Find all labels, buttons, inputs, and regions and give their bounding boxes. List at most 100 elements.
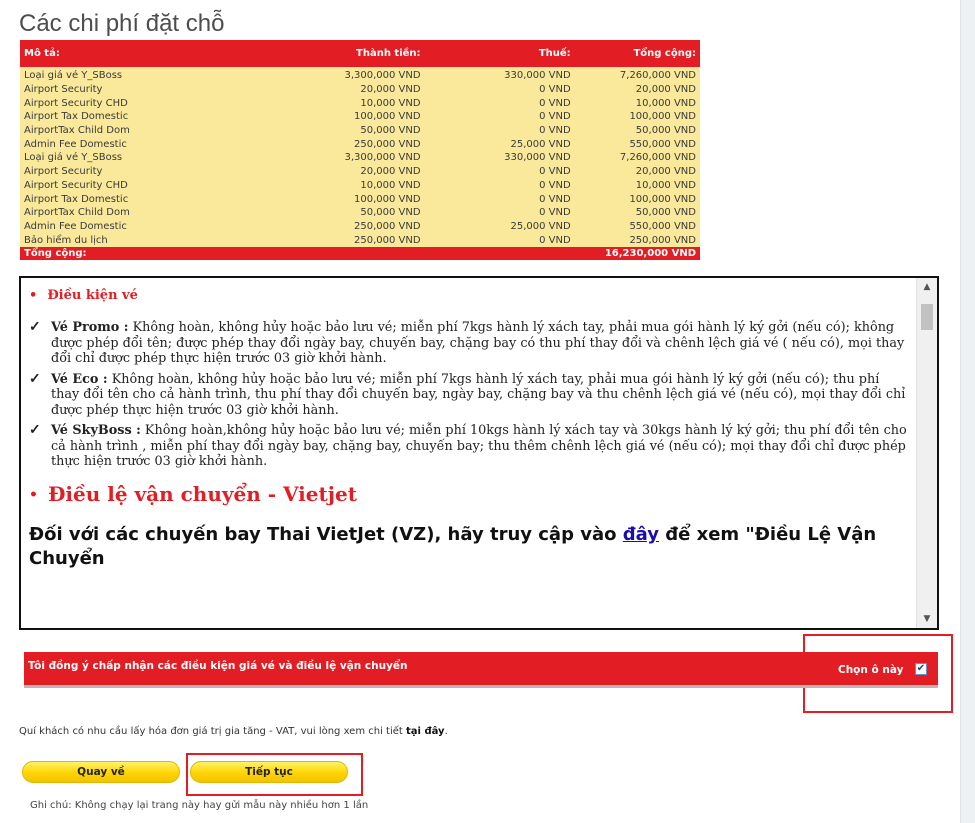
condition-desc: Không hoàn, không hủy hoặc bảo lưu vé; m… [51,320,905,366]
cost-desc: Loại giá vé Y_SBoss [20,67,247,83]
bullet-icon: • [29,288,38,303]
cost-total: 550,000 VND [574,137,700,152]
condition-desc: Không hoàn, không hủy hoặc bảo lưu vé; m… [51,371,906,418]
condition-text: Vé SkyBoss : Không hoàn,không hủy hoặc b… [51,423,907,470]
cost-total: 100,000 VND [574,110,700,124]
condition-desc: Không hoàn,không hủy hoặc bảo lưu vé; mi… [51,423,907,469]
agree-checkbox[interactable]: ✔ [915,663,927,675]
total-spacer [424,246,575,260]
cost-tax: 0 VND [424,96,575,111]
total-label: Tổng cộng: [20,246,247,260]
cost-row: Airport Security CHD 10,000 VND 0 VND 10,00… [20,178,700,193]
agreement-text: Tôi đồng ý chấp nhận các điều kiện giá v… [28,660,408,672]
checkmark-icon: ✓ [29,422,41,438]
cost-row: Bảo hiểm du lịch 250,000 VND 0 VND 250,000 … [20,233,700,247]
cost-total: 100,000 VND [574,192,700,206]
cost-amount: 100,000 VND [246,110,425,124]
cost-desc: AirportTax Child Dom [20,123,247,138]
window-edge [960,0,975,823]
cost-tax: 25,000 VND [424,137,575,152]
cost-table: Mô tả: Thành tiền: Thuế: Tổng cộng: Loại… [20,40,700,260]
cost-desc: Loại giá vé Y_SBoss [20,151,247,165]
conditions-scrollbar[interactable]: ▲ ▼ [916,278,937,628]
vat-note: Quí khách có nhu cầu lấy hóa đơn giá trị… [19,726,448,737]
conditions-panel[interactable]: • Điều kiện vé ✓ Vé Promo : Không hoàn, kh… [19,276,939,630]
cost-tax: 0 VND [424,164,575,179]
cost-row: Airport Security 20,000 VND 0 VND 20,000 VN… [20,82,700,97]
checkmark-icon: ✓ [29,319,41,335]
cost-desc: Admin Fee Domestic [20,219,247,234]
cost-total: 10,000 VND [574,96,700,111]
cost-amount: 250,000 VND [246,219,425,234]
vz-carriage-note: Đối với các chuyến bay Thai VietJet (VZ)… [29,524,877,569]
cost-total: 550,000 VND [574,219,700,234]
cost-total: 20,000 VND [574,82,700,97]
cost-table-header: Mô tả: Thành tiền: Thuế: Tổng cộng: [20,40,700,67]
cost-desc: Airport Security [20,82,247,97]
cost-row: AirportTax Child Dom 50,000 VND 0 VND 50,00… [20,123,700,138]
cost-amount: 250,000 VND [246,233,425,247]
cost-tax: 0 VND [424,82,575,97]
agreement-bar: Tôi đồng ý chấp nhận các điều kiện giá v… [24,652,938,688]
col-desc: Mô tả: [20,40,247,67]
cost-desc: Airport Security CHD [20,96,247,111]
cost-tax: 330,000 VND [424,67,575,83]
total-spacer [246,246,425,260]
checkmark-icon: ✓ [29,370,41,387]
cost-total: 50,000 VND [574,123,700,138]
cost-row: Airport Tax Domestic 100,000 VND 0 VND 100,… [20,192,700,206]
cost-amount: 50,000 VND [246,205,425,220]
conditions-list: ✓ Vé Promo : Không hoàn, không hủy hoặc b… [29,319,907,470]
cost-amount: 3,300,000 VND [246,67,425,83]
condition-item: ✓ Vé Promo : Không hoàn, không hủy hoặc b… [29,319,907,367]
condition-item: ✓ Vé Eco : Không hoàn, không hủy hoặc bảo… [29,370,907,419]
cost-row: Loại giá vé Y_SBoss 3,300,000 VND 330,000 … [20,67,700,83]
cost-amount: 100,000 VND [246,192,425,206]
cost-total: 250,000 VND [574,233,700,247]
col-amount: Thành tiền: [246,40,425,67]
cost-total: 7,260,000 VND [574,151,700,165]
cost-amount: 10,000 VND [246,96,425,111]
cost-desc: Airport Security CHD [20,178,247,193]
cost-desc: Bảo hiểm du lịch [20,233,247,247]
condition-text: Vé Eco : Không hoàn, không hủy hoặc bảo … [51,372,907,419]
vz-carriage-link[interactable]: đây [623,524,659,545]
cost-tax: 0 VND [424,205,575,220]
carriage-heading: • Điều lệ vận chuyển - Vietjet [29,481,357,506]
scroll-down-arrow-icon[interactable]: ▼ [917,610,937,628]
cost-desc: Airport Tax Domestic [20,110,247,124]
cost-row: Admin Fee Domestic 250,000 VND 25,000 VND 5… [20,219,700,234]
page-title: Các chi phí đặt chỗ [19,10,225,37]
cost-row: Airport Security CHD 10,000 VND 0 VND 10,00… [20,96,700,111]
condition-name: Vé SkyBoss : [51,423,141,438]
col-total: Tổng cộng: [574,40,700,67]
cost-desc: AirportTax Child Dom [20,205,247,220]
cost-row: Airport Security 20,000 VND 0 VND 20,000 VN… [20,164,700,179]
bullet-icon: • [29,487,38,503]
cost-amount: 50,000 VND [246,123,425,138]
continue-button[interactable]: Tiếp tục [190,761,348,783]
cost-desc: Airport Tax Domestic [20,192,247,206]
cost-total-row: Tổng cộng: 16,230,000 VND [20,246,700,260]
cost-table-body: Loại giá vé Y_SBoss 3,300,000 VND 330,000 … [20,67,700,247]
cost-row: Admin Fee Domestic 250,000 VND 25,000 VND 5… [20,137,700,152]
cost-tax: 330,000 VND [424,151,575,165]
scroll-up-arrow-icon[interactable]: ▲ [917,278,937,296]
cost-tax: 0 VND [424,110,575,124]
conditions-content: • Điều kiện vé ✓ Vé Promo : Không hoàn, kh… [21,278,917,628]
cost-amount: 3,300,000 VND [246,151,425,165]
cost-tax: 0 VND [424,233,575,247]
cost-amount: 250,000 VND [246,137,425,152]
back-button[interactable]: Quay về [22,761,180,783]
col-tax: Thuế: [424,40,575,67]
cost-amount: 10,000 VND [246,178,425,193]
cost-tax: 25,000 VND [424,219,575,234]
condition-text: Vé Promo : Không hoàn, không hủy hoặc bả… [51,320,907,367]
vat-link[interactable]: tại đây [406,726,445,737]
scroll-thumb[interactable] [921,304,933,330]
footnote: Ghi chú: Không chạy lại trang này hay gử… [30,800,369,811]
cost-amount: 20,000 VND [246,164,425,179]
cost-total: 7,260,000 VND [574,67,700,83]
condition-name: Vé Eco : [51,371,108,387]
cost-total: 50,000 VND [574,205,700,220]
